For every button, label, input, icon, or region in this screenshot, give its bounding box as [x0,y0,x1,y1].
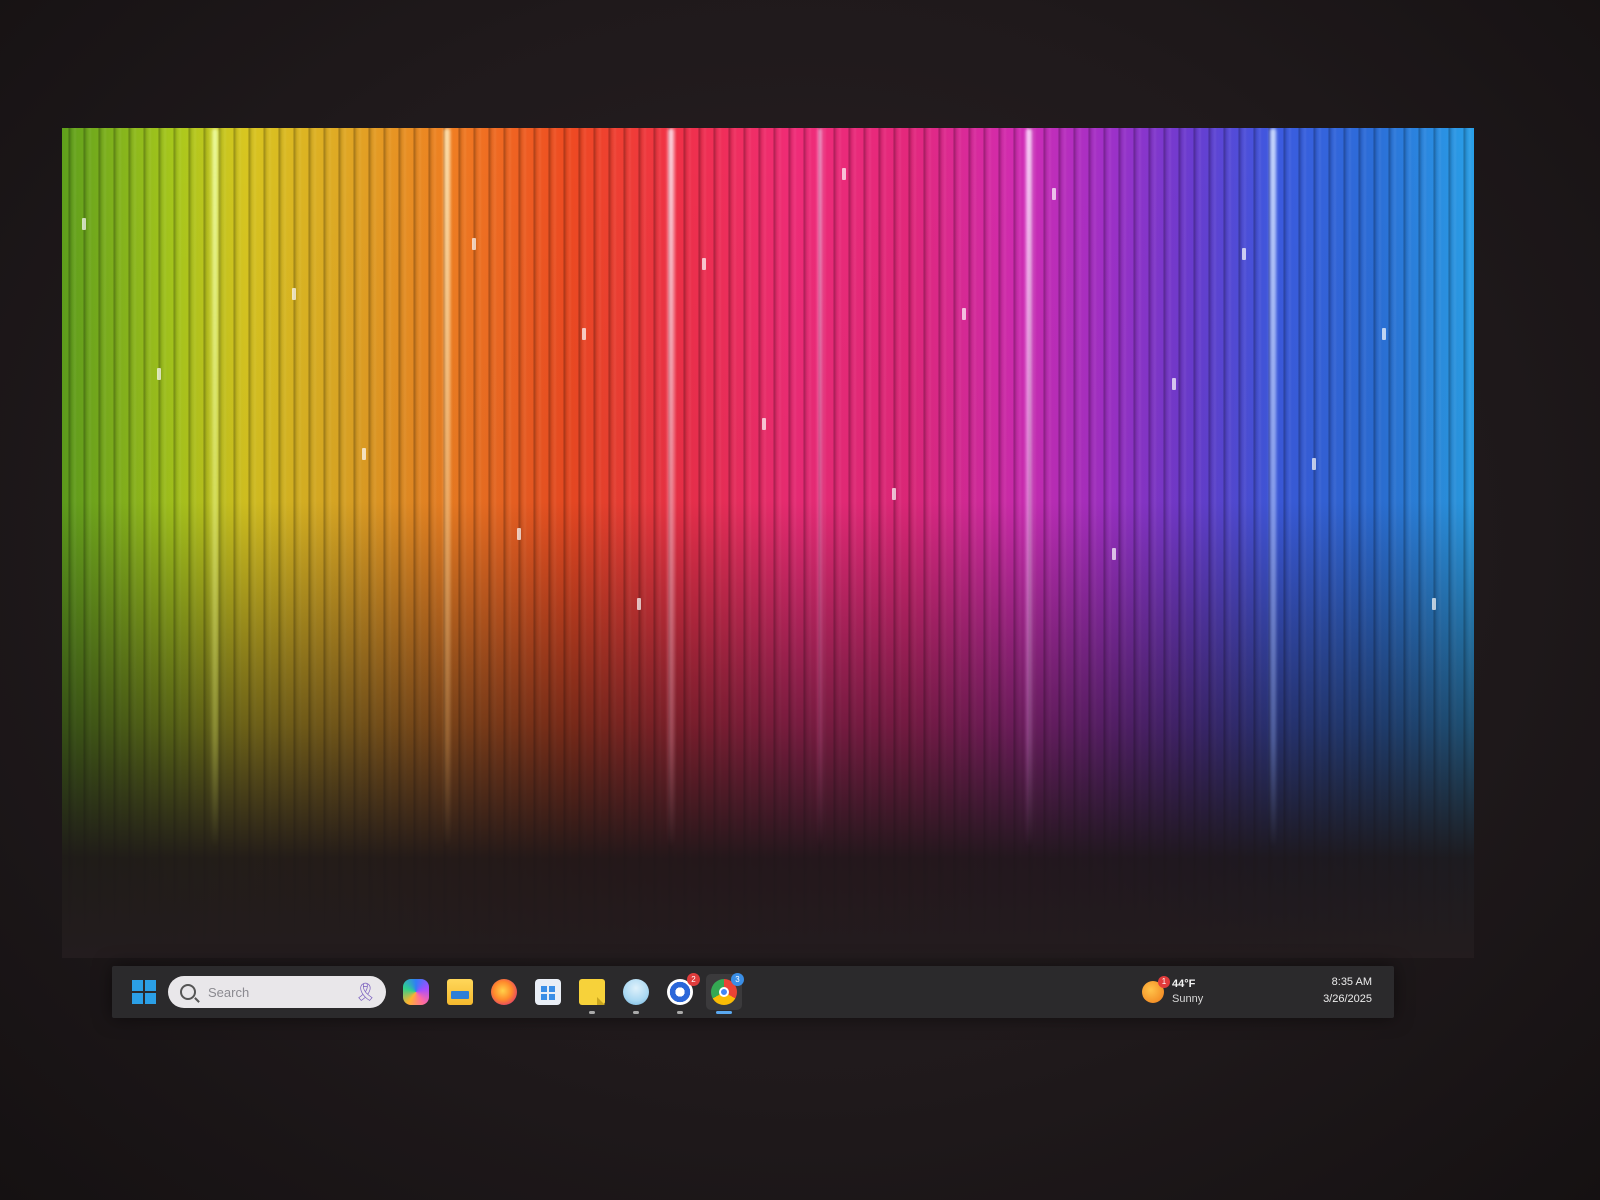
notification-badge: 2 [687,973,700,986]
sparkle [962,308,966,320]
running-indicator [589,1011,595,1014]
weather-temperature: 44°F [1172,978,1196,990]
copilot-icon [403,979,429,1005]
sparkle [637,598,641,610]
sparkle [1432,598,1436,610]
taskbar-app-copilot[interactable] [398,974,434,1010]
windows-logo-icon [132,980,156,1004]
chrome-icon: 3 [711,973,744,1005]
search-placeholder: Search [208,984,250,1000]
sparkle [82,218,86,230]
notification-badge: 3 [731,973,744,986]
sparkle [702,258,706,270]
firefox-icon [491,979,517,1005]
photo-scene: Search 🎗 2 3 1 44°F Sunny 8:35 AM 3/26/2… [0,0,1600,1200]
file-explorer-icon [447,979,473,1005]
active-indicator [716,1011,732,1014]
sparkle [362,448,366,460]
awareness-ribbon-icon: 🎗 [354,982,377,1002]
taskbar-app-media[interactable]: 2 [662,973,700,1014]
sparkle [517,528,521,540]
sparkle [1052,188,1056,200]
weather-condition: Sunny [1172,993,1204,1005]
system-clock[interactable]: 8:35 AM 3/26/2025 [1323,974,1372,1008]
taskbar-app-chrome[interactable]: 3 [706,973,744,1014]
clock-time: 8:35 AM [1331,976,1372,988]
clock-date: 3/26/2025 [1323,993,1372,1005]
sticky-notes-icon [579,979,605,1005]
store-icon [535,979,561,1005]
sun-icon: 1 [1142,976,1170,1003]
sparkle [1242,248,1246,260]
taskbar: Search 🎗 2 3 1 44°F Sunny 8:35 AM 3/26/2… [112,966,1394,1018]
taskbar-app-sticky-notes[interactable] [574,974,610,1014]
search-icon [180,984,196,1000]
taskbar-app-chatbot[interactable] [618,974,654,1014]
taskbar-app-file-explorer[interactable] [442,974,478,1010]
sparkle [157,368,161,380]
light-beam [444,128,450,848]
sparkle [842,168,846,180]
taskbar-app-firefox[interactable] [486,974,522,1010]
sparkle [292,288,296,300]
sparkle [582,328,586,340]
running-indicator [633,1011,639,1014]
sparkle [1382,328,1386,340]
light-beam [818,128,822,848]
start-button[interactable] [126,974,162,1010]
sparkle [472,238,476,250]
light-beam [1026,128,1032,848]
running-indicator [677,1011,683,1014]
light-beam [212,128,218,848]
sparkle [892,488,896,500]
desktop-wallpaper [62,128,1474,958]
weather-badge: 1 [1158,976,1170,988]
media-app-icon: 2 [667,973,700,1005]
taskbar-app-store[interactable] [530,974,566,1010]
sparkle [762,418,766,430]
light-beam [668,128,674,848]
sparkle [1112,548,1116,560]
light-beam [1270,128,1276,848]
sparkle [1312,458,1316,470]
chatbot-icon [623,979,649,1005]
sparkle [1172,378,1176,390]
weather-widget[interactable]: 1 44°F Sunny [1142,972,1203,1012]
search-input[interactable]: Search 🎗 [168,976,386,1008]
